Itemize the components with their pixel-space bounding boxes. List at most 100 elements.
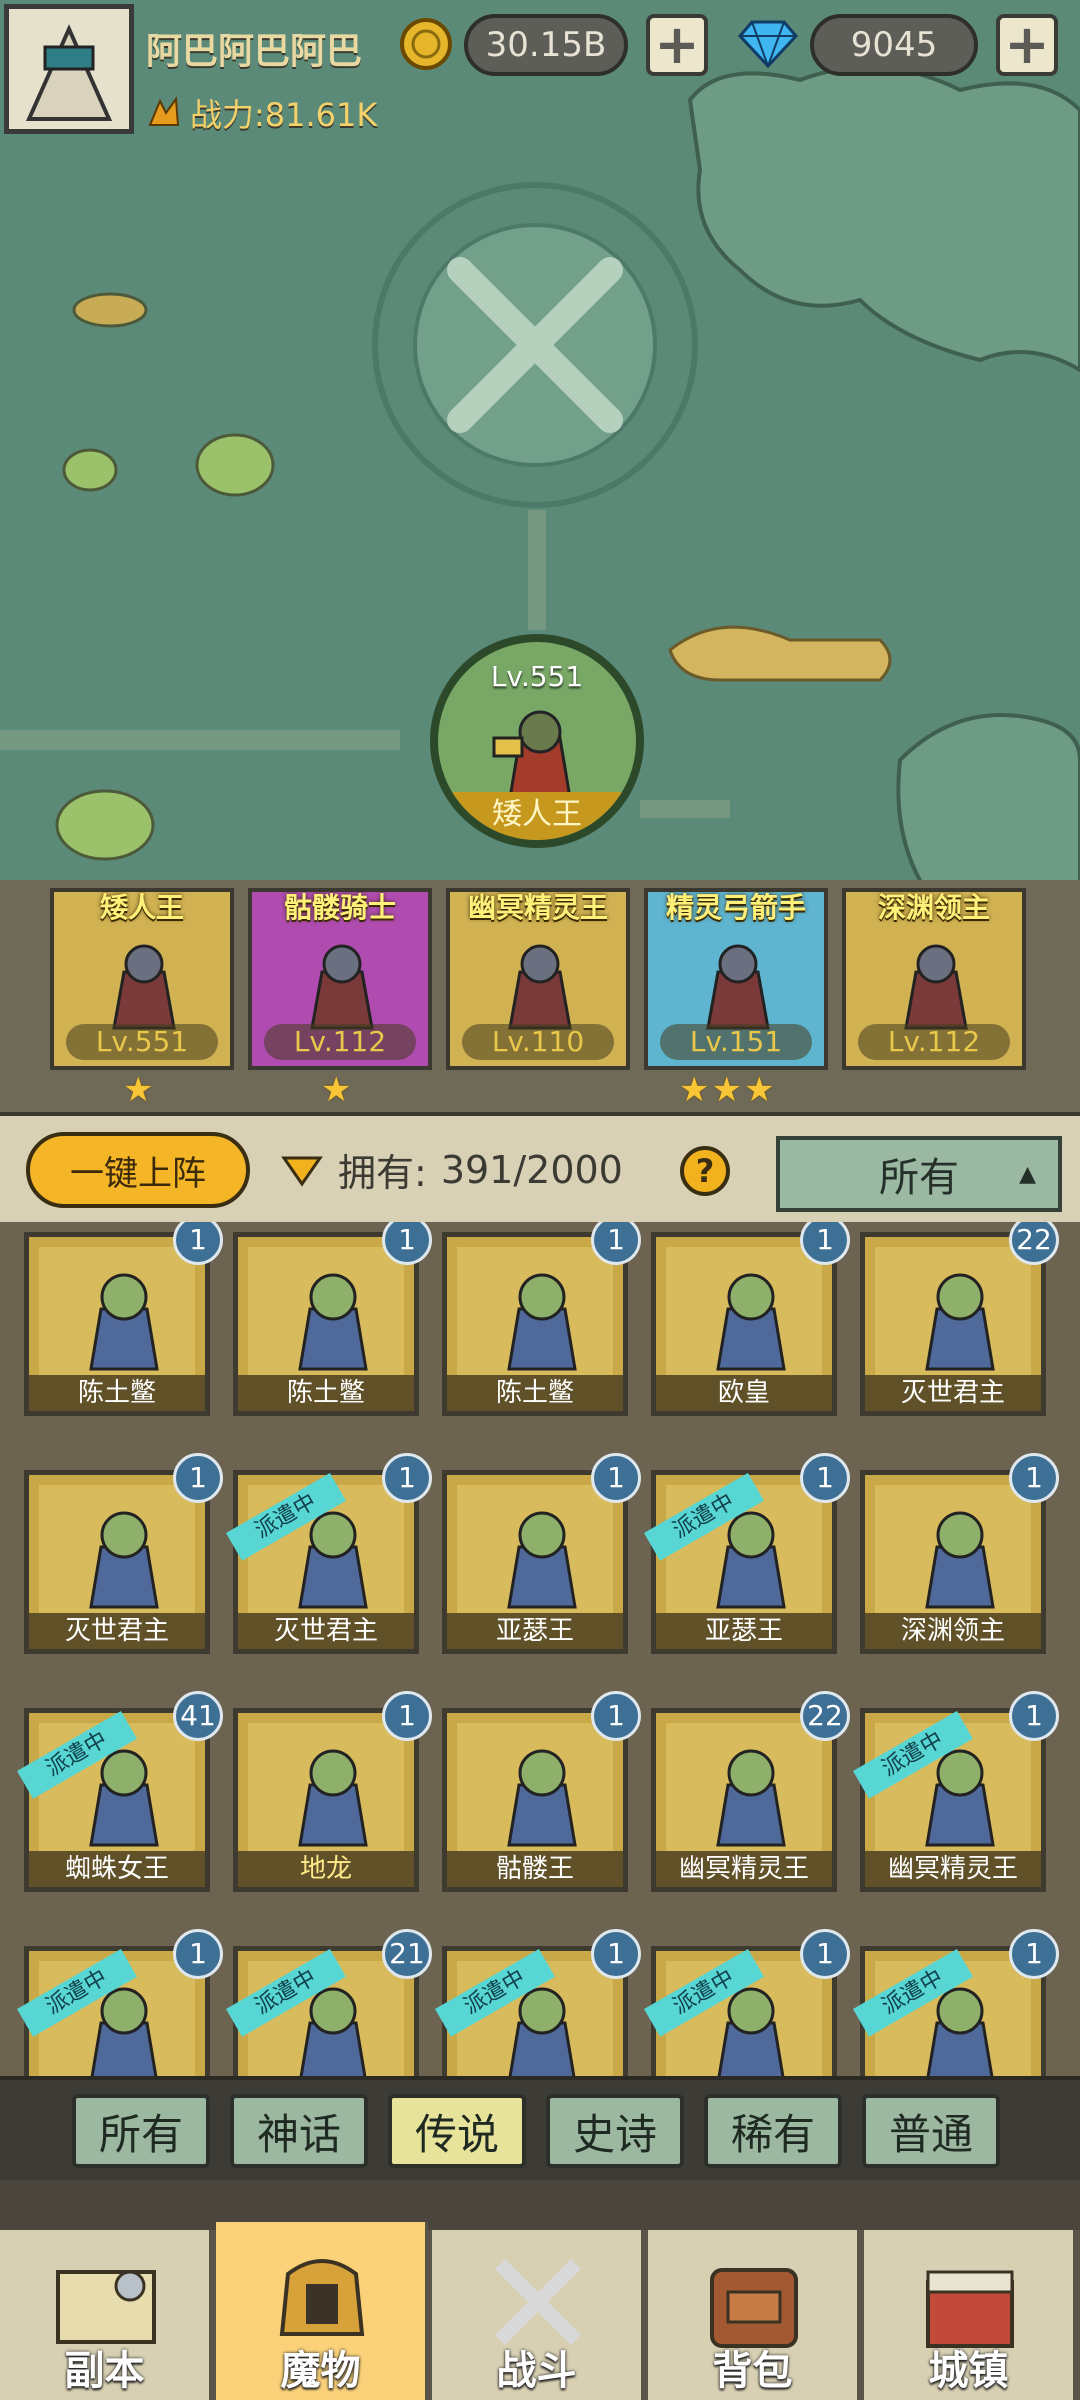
star-icon: ★ [743, 1070, 775, 1110]
power-icon [148, 96, 180, 126]
auto-deploy-button[interactable]: 一键上阵 [26, 1132, 250, 1208]
lineup-slot-name: 深渊领主 [877, 891, 990, 924]
monster-portrait [310, 944, 374, 1030]
monster-card-name: 骷髅王 [447, 1851, 623, 1887]
monster-count-badge: 1 [173, 1929, 223, 1979]
nav-tab[interactable]: 战斗 [432, 2230, 644, 2400]
monster-card-portrait-bg [457, 1247, 613, 1375]
monster-count-badge: 22 [800, 1691, 850, 1741]
rarity-tab[interactable]: 史诗 [546, 2094, 684, 2168]
boss-level: Lv.551 [490, 660, 584, 693]
monster-card[interactable]: 地龙 1 [233, 1691, 432, 1892]
monster-portrait [298, 1273, 368, 1371]
monster-card[interactable]: 派遣中 幽冥精灵王 1 [853, 1691, 1059, 1892]
lineup-slot[interactable]: 深渊领主 Lv.112 [842, 888, 1026, 1070]
monster-card[interactable]: 欧皇 1 [651, 1222, 850, 1416]
monster-card-name: 陈土鳖 [29, 1375, 205, 1411]
monster-card[interactable]: 派遣中 1 [853, 1929, 1059, 2076]
monster-card-portrait-bg [875, 1247, 1031, 1375]
help-button[interactable]: ? [680, 1146, 730, 1196]
monster-card[interactable]: 派遣中 1 [435, 1929, 641, 2076]
monster-card[interactable]: 陈土鳖 1 [442, 1222, 641, 1416]
monster-card-name: 亚瑟王 [447, 1613, 623, 1649]
monster-portrait [507, 1273, 577, 1371]
rarity-tab[interactable]: 神话 [230, 2094, 368, 2168]
rarity-tab[interactable]: 普通 [862, 2094, 1000, 2168]
boss-name: 矮人王 [438, 792, 636, 840]
monster-portrait [716, 1749, 786, 1847]
monster-card[interactable]: 派遣中 1 [644, 1929, 850, 2076]
monster-card-name: 蜘蛛女王 [29, 1851, 205, 1887]
filter-dropdown[interactable]: 所有 ▲ [776, 1136, 1062, 1212]
player-name: 阿巴阿巴阿巴 [146, 31, 363, 72]
rarity-tab[interactable]: 传说 [388, 2094, 526, 2168]
monster-portrait [706, 944, 770, 1030]
monster-count-badge: 1 [800, 1222, 850, 1265]
lineup-slot[interactable]: 精灵弓箭手 Lv.151 [644, 888, 828, 1070]
nav-tab-label: 背包 [712, 2348, 793, 2394]
monster-card[interactable]: 陈土鳖 1 [233, 1222, 432, 1416]
monster-portrait [716, 1273, 786, 1371]
star-icon: ★ [679, 1070, 710, 1110]
current-stage-boss[interactable]: Lv.551 矮人王 [430, 634, 644, 848]
monster-card[interactable]: 灭世君主 1 [24, 1453, 223, 1654]
star-icon: ★ [711, 1070, 742, 1110]
lineup-slot-name: 骷髅骑士 [283, 891, 396, 924]
lineup-slot-level: Lv.112 [858, 1024, 1010, 1060]
lineup-slot[interactable]: 骷髅骑士 Lv.112 [248, 888, 432, 1070]
add-gold-button[interactable]: + [646, 14, 708, 76]
monster-count-badge: 1 [800, 1929, 850, 1979]
nav-tab[interactable]: 副本 [0, 2230, 212, 2400]
monster-card-portrait-bg [248, 1247, 404, 1375]
monster-card[interactable]: 亚瑟王 1 [442, 1453, 641, 1654]
lineup-slot-level: Lv.112 [264, 1024, 416, 1060]
combat-power: 战力:81.61K [146, 92, 377, 134]
monster-card-portrait-bg [666, 1247, 822, 1375]
lineup-slot[interactable]: 矮人王 Lv.551 [50, 888, 234, 1070]
nav-top-strip [0, 2180, 1080, 2230]
monster-count-badge: 41 [173, 1691, 223, 1741]
monster-card[interactable]: 幽冥精灵王 22 [651, 1691, 850, 1892]
bottom-navigation: 副本 魔物 战斗 背包 城镇 [0, 2180, 1080, 2400]
dwarf-king-portrait [492, 710, 572, 798]
monster-portrait [89, 1273, 159, 1371]
monster-roster-grid: 陈土鳖 1 陈土鳖 1 陈土鳖 1 欧皇 1 灭世君主 22 灭世君主 1 派遣中 灭世君主 1 亚瑟王 1 派遣… [0, 1222, 1080, 2076]
player-avatar[interactable] [4, 4, 134, 134]
monster-card[interactable]: 派遣中 灭世君主 1 [226, 1453, 432, 1654]
rarity-filter-bar: 所有 神话 传说 史诗 稀有 普通 [0, 2076, 1080, 2180]
star-icon: ★ [123, 1070, 154, 1110]
nav-tab[interactable]: 魔物 [216, 2222, 428, 2400]
sort-down-arrow-icon[interactable] [280, 1150, 324, 1190]
owned-label: 拥有: [338, 1151, 427, 1195]
lineup-slot-name: 矮人王 [99, 891, 184, 924]
monster-card-portrait-bg [39, 1247, 195, 1375]
monster-count-badge: 1 [591, 1929, 641, 1979]
monster-card[interactable]: 派遣中 蜘蛛女王 41 [17, 1691, 223, 1892]
monster-card[interactable]: 骷髅王 1 [442, 1691, 641, 1892]
owned-count: 拥有: 391/2000 [280, 1142, 623, 1197]
monster-card[interactable]: 深渊领主 1 [860, 1453, 1059, 1654]
monster-card-portrait-bg [457, 1723, 613, 1851]
star-icon: ★ [321, 1070, 352, 1110]
rarity-tab[interactable]: 稀有 [704, 2094, 842, 2168]
monster-card-portrait-bg [457, 1485, 613, 1613]
monster-card[interactable]: 陈土鳖 1 [24, 1222, 223, 1416]
monster-card[interactable]: 派遣中 1 [17, 1929, 223, 2076]
monster-portrait [298, 1749, 368, 1847]
monster-count-badge: 21 [382, 1929, 432, 1979]
monster-card[interactable]: 灭世君主 22 [860, 1222, 1059, 1416]
monster-card-name: 深渊领主 [865, 1613, 1041, 1649]
lineup-slot[interactable]: 幽冥精灵王 Lv.110 [446, 888, 630, 1070]
lineup-slot-level: Lv.551 [66, 1024, 218, 1060]
nav-tab-label: 战斗 [496, 2348, 577, 2394]
monster-count-badge: 1 [173, 1222, 223, 1265]
monster-card[interactable]: 派遣中 亚瑟王 1 [644, 1453, 850, 1654]
rarity-tab[interactable]: 所有 [72, 2094, 210, 2168]
gem-amount: 9045 [810, 14, 978, 76]
nav-tab[interactable]: 城镇 [864, 2230, 1076, 2400]
nav-tab[interactable]: 背包 [648, 2230, 860, 2400]
monster-card-name: 欧皇 [656, 1375, 832, 1411]
monster-card[interactable]: 派遣中 21 [226, 1929, 432, 2076]
nav-tab-label: 城镇 [928, 2348, 1009, 2394]
add-gems-button[interactable]: + [996, 14, 1058, 76]
